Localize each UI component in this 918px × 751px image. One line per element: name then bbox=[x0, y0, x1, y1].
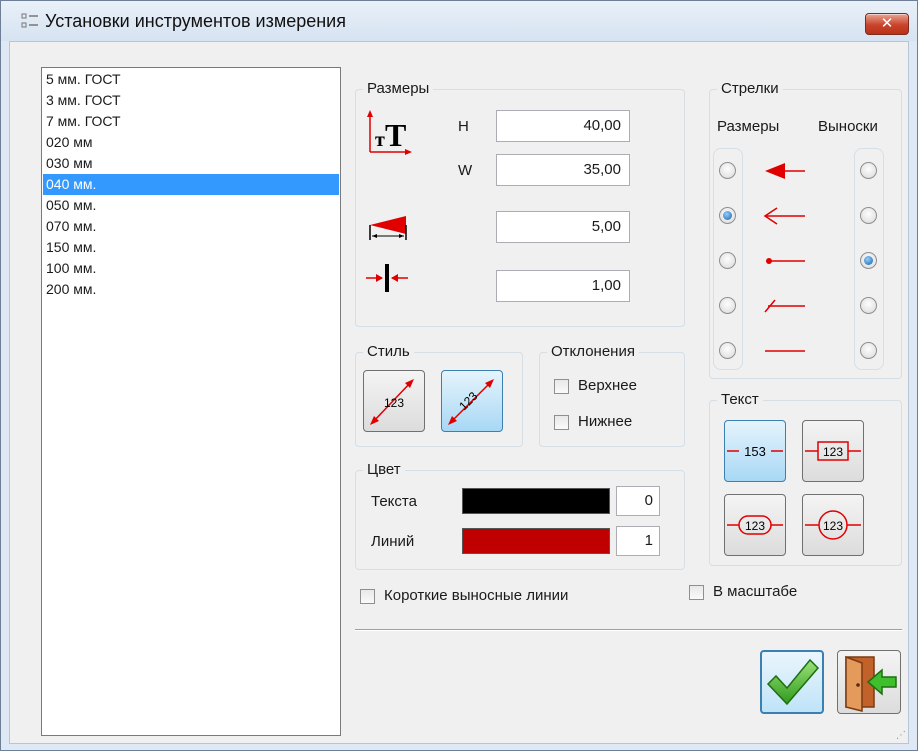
none-arrow-icon bbox=[765, 350, 805, 352]
svg-text:т: т bbox=[375, 129, 385, 151]
sizes-group-label: Размеры bbox=[363, 79, 434, 99]
arrows-dims-header: Размеры bbox=[717, 118, 780, 135]
lower-tolerance-checkbox[interactable] bbox=[554, 415, 569, 430]
height-label: H bbox=[458, 118, 469, 135]
style-sample-2: 123 bbox=[456, 389, 480, 413]
text-height-width-icon: т T bbox=[367, 110, 412, 155]
dims-arrow-tick-radio[interactable] bbox=[719, 297, 736, 314]
to-scale-checkbox[interactable] bbox=[689, 585, 704, 600]
open-arrow-arrow-icon bbox=[763, 207, 805, 225]
list-item[interactable]: 030 мм bbox=[43, 153, 339, 174]
text-sample-1: 153 bbox=[744, 444, 766, 459]
list-item[interactable]: 7 мм. ГОСТ bbox=[43, 111, 339, 132]
dims-arrow-filled-arrow-radio[interactable] bbox=[719, 162, 736, 179]
height-input[interactable]: 40,00 bbox=[496, 110, 630, 142]
short-extension-lines-label: Короткие выносные линии bbox=[384, 587, 569, 604]
text-above-line-button[interactable]: 153 bbox=[724, 420, 786, 482]
lines-color-swatch[interactable] bbox=[462, 528, 610, 554]
close-icon: ✕ bbox=[880, 15, 894, 32]
lines-color-label: Линий bbox=[371, 533, 415, 550]
list-item[interactable]: 070 мм. bbox=[43, 216, 339, 237]
style-group-label: Стиль bbox=[363, 342, 414, 362]
filled-arrow-arrow-icon bbox=[765, 163, 805, 179]
title-bar: Установки инструментов измерения ✕ bbox=[1, 1, 917, 41]
list-item[interactable]: 3 мм. ГОСТ bbox=[43, 90, 339, 111]
tick-arrow-icon bbox=[764, 299, 805, 313]
style-sample-1: 123 bbox=[384, 396, 404, 410]
text-sample-4: 123 bbox=[823, 519, 843, 533]
list-item[interactable]: 200 мм. bbox=[43, 279, 339, 300]
leaders-arrow-tick-radio[interactable] bbox=[860, 297, 877, 314]
arrows-leaders-header: Выноски bbox=[818, 118, 878, 135]
text-color-label: Текста bbox=[371, 493, 417, 510]
settings-list-icon bbox=[21, 13, 38, 28]
resize-grip[interactable]: ⋰ bbox=[896, 730, 906, 741]
text-sample-2: 123 bbox=[823, 445, 843, 459]
text-in-circle-icon: 123 bbox=[805, 510, 861, 540]
arrows-group-label: Стрелки bbox=[717, 79, 783, 99]
text-above-line-icon: 153 bbox=[727, 444, 783, 459]
color-group-label: Цвет bbox=[363, 460, 405, 480]
dot-arrow-icon bbox=[766, 258, 805, 264]
ok-button[interactable] bbox=[760, 650, 824, 714]
lower-tolerance-label: Нижнее bbox=[578, 413, 633, 430]
list-item[interactable]: 150 мм. bbox=[43, 237, 339, 258]
dialog-body: 5 мм. ГОСТ 3 мм. ГОСТ 7 мм. ГОСТ 020 мм 030 … bbox=[9, 41, 909, 744]
style-aligned-text-button[interactable]: 123 bbox=[441, 370, 503, 432]
exit-door-icon bbox=[845, 655, 897, 712]
tolerances-group-label: Отклонения bbox=[547, 342, 639, 362]
leaders-arrow-none-radio[interactable] bbox=[860, 342, 877, 359]
exit-button[interactable] bbox=[837, 650, 901, 714]
width-label: W bbox=[458, 162, 473, 179]
preset-list[interactable]: 5 мм. ГОСТ 3 мм. ГОСТ 7 мм. ГОСТ 020 мм 030 … bbox=[41, 67, 341, 736]
line-gap-icon bbox=[366, 264, 408, 292]
dims-arrow-open-arrow-radio[interactable] bbox=[719, 207, 736, 224]
upper-tolerance-checkbox[interactable] bbox=[554, 379, 569, 394]
text-color-index[interactable]: 0 bbox=[616, 486, 660, 516]
checkmark-icon bbox=[766, 658, 820, 706]
leaders-arrow-open-arrow-radio[interactable] bbox=[860, 207, 877, 224]
arrow-size-icon bbox=[369, 216, 407, 240]
style-horizontal-text-button[interactable]: 123 bbox=[363, 370, 425, 432]
text-color-swatch[interactable] bbox=[462, 488, 610, 514]
window-title: Установки инструментов измерения bbox=[45, 11, 346, 31]
dims-arrow-none-radio[interactable] bbox=[719, 342, 736, 359]
separator bbox=[355, 629, 902, 631]
list-item[interactable]: 050 мм. bbox=[43, 195, 339, 216]
list-item[interactable]: 100 мм. bbox=[43, 258, 339, 279]
text-in-box-button[interactable]: 123 bbox=[802, 420, 864, 482]
text-in-oval-button[interactable]: 123 bbox=[724, 494, 786, 556]
text-sample-3: 123 bbox=[745, 519, 765, 533]
short-extension-lines-checkbox[interactable] bbox=[360, 589, 375, 604]
horizontal-text-style-icon: 123 bbox=[370, 379, 414, 425]
text-in-circle-button[interactable]: 123 bbox=[802, 494, 864, 556]
lines-color-index[interactable]: 1 bbox=[616, 526, 660, 556]
text-in-box-icon: 123 bbox=[805, 441, 861, 461]
tolerances-group: Отклонения bbox=[539, 342, 685, 447]
width-input[interactable]: 35,00 bbox=[496, 154, 630, 186]
dims-arrow-dot-radio[interactable] bbox=[719, 252, 736, 269]
leaders-arrow-dot-radio[interactable] bbox=[860, 252, 877, 269]
list-item[interactable]: 5 мм. ГОСТ bbox=[43, 69, 339, 90]
text-in-oval-icon: 123 bbox=[727, 515, 783, 535]
dialog-window: Установки инструментов измерения ✕ 5 мм.… bbox=[0, 0, 918, 751]
list-item[interactable]: 020 мм bbox=[43, 132, 339, 153]
to-scale-label: В масштабе bbox=[713, 583, 798, 600]
aligned-text-style-icon: 123 bbox=[448, 379, 494, 425]
arrow-size-input[interactable]: 5,00 bbox=[496, 211, 630, 243]
close-button[interactable]: ✕ bbox=[865, 13, 909, 35]
leaders-arrow-filled-arrow-radio[interactable] bbox=[860, 162, 877, 179]
upper-tolerance-label: Верхнее bbox=[578, 377, 637, 394]
line-gap-input[interactable]: 1,00 bbox=[496, 270, 630, 302]
list-item[interactable]: 040 мм. bbox=[43, 174, 339, 195]
text-placement-group-label: Текст bbox=[717, 390, 763, 410]
svg-text:T: T bbox=[385, 117, 406, 153]
